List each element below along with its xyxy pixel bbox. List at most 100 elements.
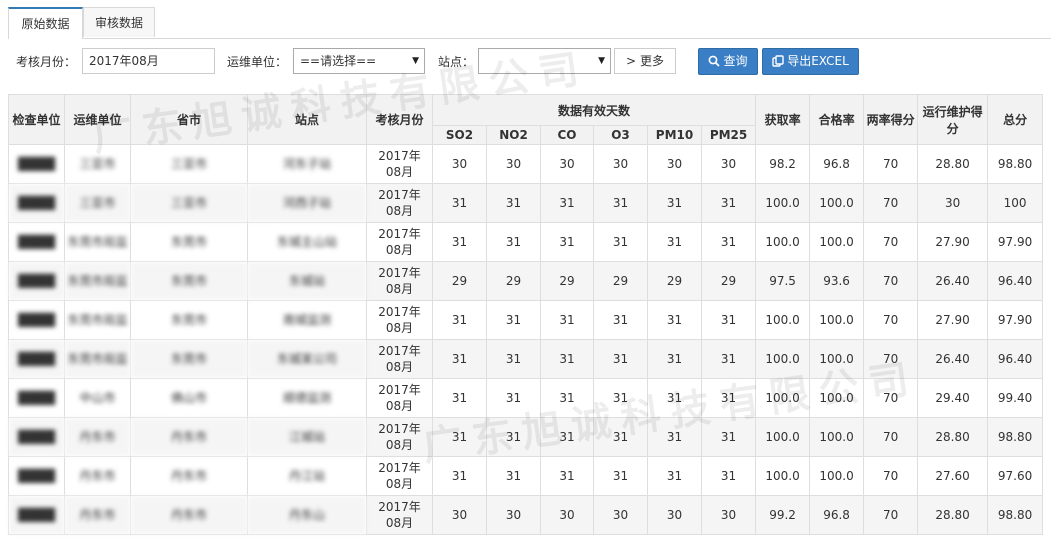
cell-total: 98.80 — [987, 144, 1044, 184]
table-row[interactable]: ████ 三亚市 三亚市 河西子站 2017年08月 31 31 31 31 31 31 100.0 1… — [8, 183, 1044, 223]
table-row[interactable]: ████ 丹东市 丹东市 丹江站 2017年08月 31 31 31 31 31 31 100.0 10… — [8, 456, 1044, 496]
table-row[interactable]: ████ 东莞市局监 东莞市 南城监测 2017年08月 31 31 31 31 31 31 100.… — [8, 300, 1044, 340]
cell-ops-score: 28.80 — [917, 417, 989, 457]
header-ops-score[interactable]: 运行维护得分 — [917, 94, 989, 145]
cell-pass-rate: 100.0 — [809, 378, 865, 418]
cell-site: 顺德监测 — [247, 378, 367, 418]
header-city[interactable]: 省市 — [130, 94, 248, 145]
more-button[interactable]: > 更多 — [614, 48, 676, 74]
cell-pm10: 31 — [647, 339, 702, 379]
cell-o3: 31 — [593, 183, 648, 223]
cell-maintainer: 丹东市 — [64, 495, 131, 535]
cell-no2: 31 — [486, 183, 541, 223]
cell-ops-score: 28.80 — [917, 144, 989, 184]
cell-capture-rate: 100.0 — [755, 417, 811, 457]
header-site[interactable]: 站点 — [247, 94, 367, 145]
cell-o3: 31 — [593, 222, 648, 262]
unit-label: 运维单位： — [227, 55, 288, 69]
header-co[interactable]: CO — [540, 125, 594, 145]
cell-so2: 31 — [432, 417, 487, 457]
data-table: 检查单位 运维单位 省市 站点 考核月份 数据有效天数 获取率 合格率 两率得分… — [8, 94, 1044, 535]
cell-no2: 31 — [486, 456, 541, 496]
cell-site: 丹江站 — [247, 456, 367, 496]
header-month[interactable]: 考核月份 — [366, 94, 433, 145]
cell-o3: 31 — [593, 300, 648, 340]
table-row[interactable]: ████ 丹东市 丹东市 丹东山 2017年08月 30 30 30 30 30 30 99.2 96.… — [8, 495, 1044, 535]
cell-pass-rate: 100.0 — [809, 222, 865, 262]
cell-ops-score: 26.40 — [917, 261, 989, 301]
month-label: 考核月份： — [16, 55, 77, 69]
cell-so2: 30 — [432, 144, 487, 184]
header-pm25[interactable]: PM25 — [700, 125, 757, 145]
cell-pm10: 31 — [647, 183, 702, 223]
cell-o3: 31 — [593, 378, 648, 418]
header-o3[interactable]: O3 — [593, 125, 648, 145]
header-maintainer[interactable]: 运维单位 — [64, 94, 131, 145]
cell-maintainer: 丹东市 — [64, 456, 131, 496]
header-pm10[interactable]: PM10 — [647, 125, 702, 145]
cell-o3: 31 — [593, 417, 648, 457]
cell-o3: 30 — [593, 495, 648, 535]
cell-city: 东莞市 — [130, 261, 248, 301]
table-row[interactable]: ████ 中山市 佛山市 顺德监测 2017年08月 31 31 31 31 31 31 100.0 1… — [8, 378, 1044, 418]
cell-o3: 30 — [593, 144, 648, 184]
cell-no2: 31 — [486, 378, 541, 418]
export-excel-button[interactable]: 导出EXCEL — [762, 48, 859, 75]
cell-ops-score: 27.90 — [917, 222, 989, 262]
header-capture-rate[interactable]: 获取率 — [755, 94, 811, 145]
cell-city: 东莞市 — [130, 300, 248, 340]
copy-icon — [772, 55, 784, 67]
cell-pass-rate: 100.0 — [809, 417, 865, 457]
header-so2[interactable]: SO2 — [432, 125, 487, 145]
cell-pm25: 31 — [700, 378, 757, 418]
cell-maintainer: 东莞市局监 — [64, 300, 131, 340]
query-button-label: 查询 — [723, 54, 748, 68]
table-row[interactable]: ████ 东莞市局监 东莞市 东城主山站 2017年08月 31 31 31 31 31 31 100… — [8, 222, 1044, 262]
unit-select[interactable]: ==请选择== ▼ — [293, 48, 425, 74]
header-two-rate-score[interactable]: 两率得分 — [863, 94, 919, 145]
cell-no2: 29 — [486, 261, 541, 301]
month-input[interactable]: 2017年08月 — [82, 48, 215, 74]
cell-maintainer: 三亚市 — [64, 144, 131, 184]
cell-total: 96.40 — [987, 261, 1044, 301]
cell-pm25: 31 — [700, 183, 757, 223]
cell-inspector: ████ — [8, 144, 65, 184]
cell-maintainer: 丹东市 — [64, 417, 131, 457]
cell-so2: 31 — [432, 378, 487, 418]
cell-total: 97.90 — [987, 222, 1044, 262]
query-button[interactable]: 查询 — [698, 48, 758, 75]
header-total[interactable]: 总分 — [987, 94, 1044, 145]
cell-no2: 31 — [486, 300, 541, 340]
header-inspector[interactable]: 检查单位 — [8, 94, 65, 145]
table-row[interactable]: ████ 三亚市 三亚市 河东子站 2017年08月 30 30 30 30 30 30 98.2 96… — [8, 144, 1044, 184]
cell-two-rate-score: 70 — [863, 183, 919, 223]
cell-so2: 30 — [432, 495, 487, 535]
cell-pm25: 30 — [700, 495, 757, 535]
export-button-label: 导出EXCEL — [787, 54, 849, 68]
header-no2[interactable]: NO2 — [486, 125, 541, 145]
cell-ops-score: 30 — [917, 183, 989, 223]
tab-raw-data[interactable]: 原始数据 — [8, 7, 83, 39]
table-row[interactable]: ████ 东莞市局监 东莞市 东城某公司 2017年08月 31 31 31 31 31 31 100… — [8, 339, 1044, 379]
cell-co: 31 — [540, 417, 594, 457]
cell-capture-rate: 100.0 — [755, 222, 811, 262]
cell-no2: 31 — [486, 339, 541, 379]
cell-two-rate-score: 70 — [863, 417, 919, 457]
cell-site: 丹东山 — [247, 495, 367, 535]
cell-city: 佛山市 — [130, 378, 248, 418]
site-select[interactable]: ▼ — [478, 48, 611, 74]
cell-ops-score: 27.60 — [917, 456, 989, 496]
header-pass-rate[interactable]: 合格率 — [809, 94, 865, 145]
cell-pm10: 31 — [647, 456, 702, 496]
cell-inspector: ████ — [8, 417, 65, 457]
cell-co: 31 — [540, 339, 594, 379]
cell-inspector: ████ — [8, 300, 65, 340]
chevron-right-icon: > — [626, 54, 637, 68]
table-row[interactable]: ████ 东莞市局监 东莞市 东城站 2017年08月 29 29 29 29 29 29 97.5 9… — [8, 261, 1044, 301]
table-row[interactable]: ████ 丹东市 丹东市 江城站 2017年08月 31 31 31 31 31 31 100.0 10… — [8, 417, 1044, 457]
dropdown-arrow-icon: ▼ — [412, 56, 419, 66]
tab-audit-data[interactable]: 审核数据 — [83, 7, 155, 37]
cell-pm10: 30 — [647, 495, 702, 535]
cell-co: 30 — [540, 144, 594, 184]
cell-month: 2017年08月 — [366, 183, 433, 223]
